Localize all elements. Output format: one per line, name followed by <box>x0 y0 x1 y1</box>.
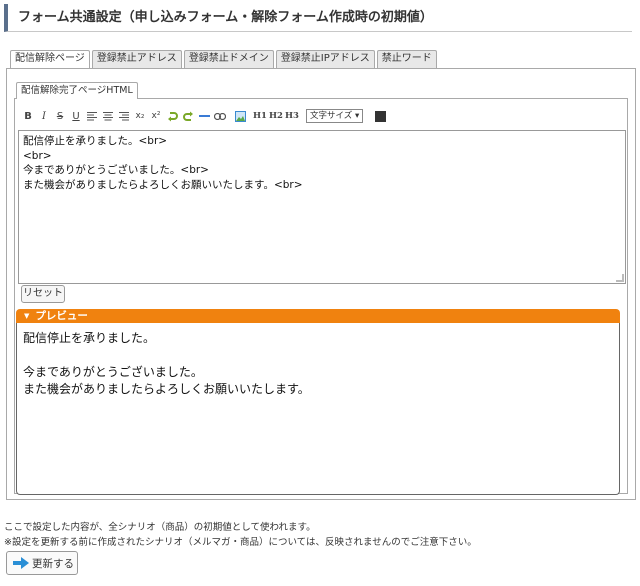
tab-banned-words[interactable]: 禁止ワード <box>376 50 437 68</box>
text-color-button[interactable] <box>375 110 387 122</box>
preview-header[interactable]: ▼ プレビュー <box>16 309 620 323</box>
note-initial-value: ここで設定した内容が、全シナリオ（商品）の初期値として使われます。 <box>4 522 316 533</box>
resize-handle[interactable] <box>616 274 624 282</box>
align-right-icon[interactable] <box>116 108 132 124</box>
underline-button[interactable]: U <box>68 108 84 124</box>
strikethrough-button[interactable]: S <box>52 108 68 124</box>
subtab-unsubscribe-complete-html[interactable]: 配信解除完了ページHTML <box>16 82 138 99</box>
preview-line: 配信停止を承りました。 <box>23 331 156 345</box>
update-label: 更新する <box>32 557 74 570</box>
update-button[interactable]: 更新する <box>6 551 78 575</box>
reset-button[interactable]: リセット <box>21 285 65 303</box>
bold-button[interactable]: B <box>20 108 36 124</box>
editor-line: 配信停止を承りました。<br> <box>23 135 168 147</box>
align-center-icon[interactable] <box>100 108 116 124</box>
arrow-right-icon <box>13 557 29 569</box>
heading2-button[interactable]: H2 <box>268 108 284 124</box>
preview-line: 今までありがとうございました。 <box>23 365 203 379</box>
image-icon[interactable] <box>232 108 248 124</box>
tab-blocked-addresses[interactable]: 登録禁止アドレス <box>91 50 182 68</box>
superscript-button[interactable]: x² <box>148 108 164 124</box>
redo-icon[interactable] <box>180 108 196 124</box>
editor-line: また機会がありましたらよろしくお願いいたします。<br> <box>23 178 303 191</box>
align-left-icon[interactable] <box>84 108 100 124</box>
page-title: フォーム共通設定（申し込みフォーム・解除フォーム作成時の初期値） <box>4 4 632 32</box>
editor-toolbar: B I S U x₂ x² H1 H2 H3 文字サイズ ▾ <box>20 108 387 124</box>
tab-unsubscribe-page[interactable]: 配信解除ページ <box>10 50 90 69</box>
note-caution: ※設定を更新する前に作成されたシナリオ（メルマガ・商品）については、反映されませ… <box>4 537 477 548</box>
html-editor-textarea[interactable]: 配信停止を承りました。<br> <br> 今までありがとうございました。<br>… <box>18 130 626 284</box>
collapse-triangle-icon: ▼ <box>24 312 30 320</box>
link-icon[interactable] <box>212 108 228 124</box>
tab-blocked-domains[interactable]: 登録禁止ドメイン <box>183 50 274 68</box>
undo-icon[interactable] <box>164 108 180 124</box>
subscript-button[interactable]: x₂ <box>132 108 148 124</box>
heading3-button[interactable]: H3 <box>284 108 300 124</box>
font-size-select[interactable]: 文字サイズ ▾ <box>306 109 364 123</box>
preview-title: プレビュー <box>35 310 88 322</box>
horizontal-rule-icon[interactable] <box>196 108 212 124</box>
preview-body: 配信停止を承りました。 今までありがとうございました。 また機会がありましたらよ… <box>16 323 620 495</box>
preview-line <box>23 347 613 364</box>
tab-bar: 配信解除ページ 登録禁止アドレス 登録禁止ドメイン 登録禁止IPアドレス 禁止ワ… <box>10 50 437 69</box>
italic-button[interactable]: I <box>36 108 52 124</box>
editor-line: <br> <box>23 149 52 162</box>
tab-blocked-ip[interactable]: 登録禁止IPアドレス <box>275 50 375 68</box>
preview-line: また機会がありましたらよろしくお願いいたします。 <box>23 382 310 396</box>
editor-line: 今までありがとうございました。<br> <box>23 164 209 176</box>
heading1-button[interactable]: H1 <box>252 108 268 124</box>
